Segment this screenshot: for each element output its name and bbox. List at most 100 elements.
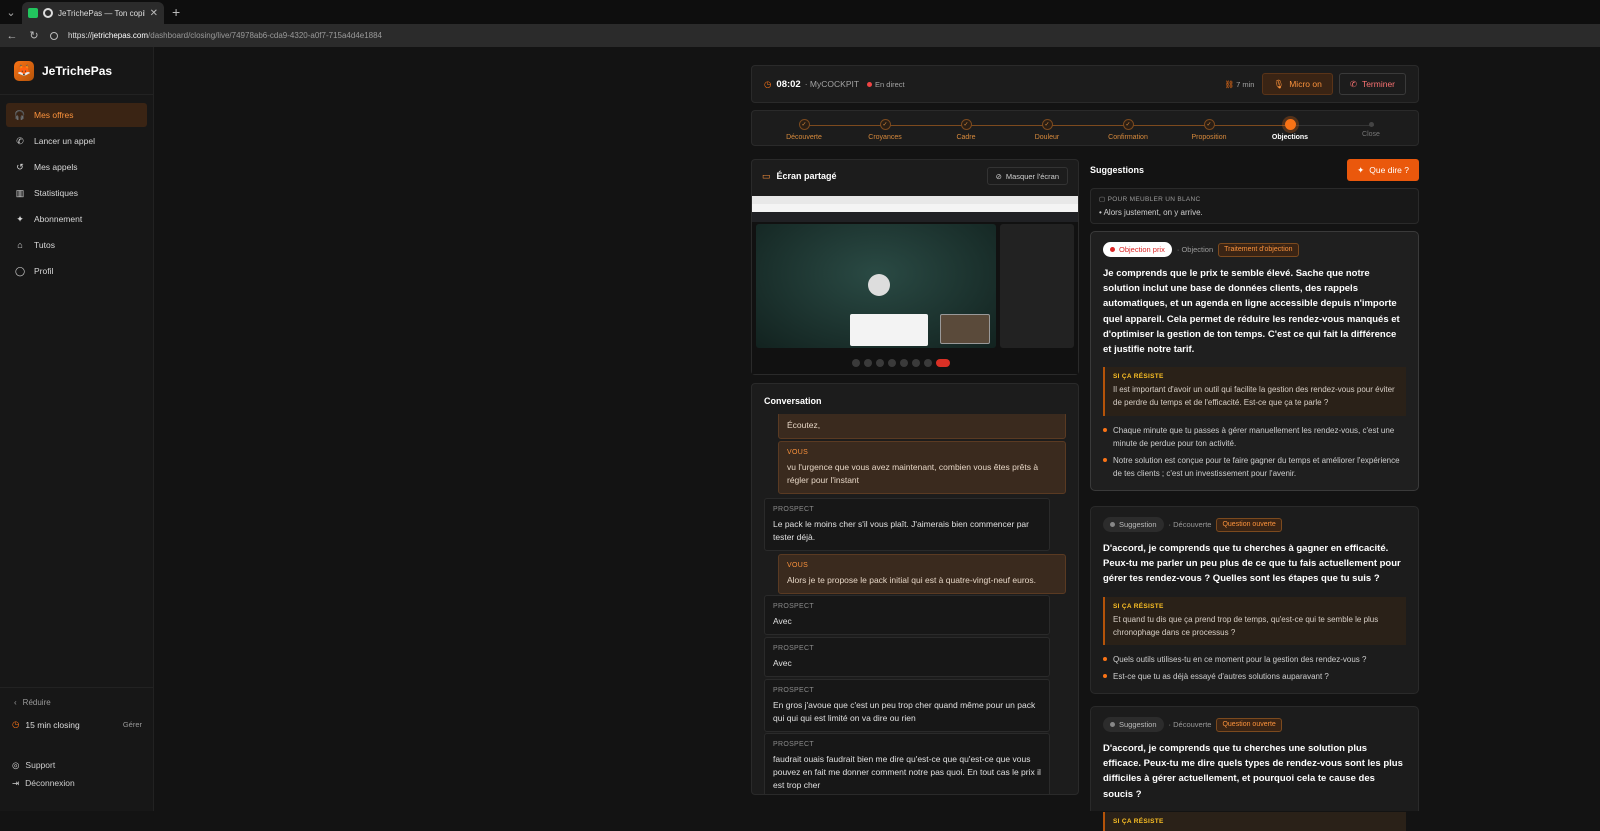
check-icon: ✓ xyxy=(879,119,891,130)
hide-screen-button[interactable]: ⊘ Masquer l'écran xyxy=(986,167,1068,185)
chat-icon: ▢ xyxy=(1099,196,1108,203)
suggestion-bullet: Est-ce que tu as déjà essayé d'autres so… xyxy=(1103,670,1406,683)
step-close[interactable]: Close xyxy=(1326,119,1416,138)
sidebar-nav: 🎧 Mes offres ✆ Lancer un appel ↺ Mes app… xyxy=(0,95,153,293)
conversation-title: Conversation xyxy=(764,396,822,406)
tab-list-chevron-icon[interactable]: ⌄ xyxy=(0,0,22,24)
transcript-message: PROSPECT Avec xyxy=(764,595,1050,636)
sidebar-item-abonnement[interactable]: ✦ Abonnement xyxy=(6,207,147,231)
recording-icon xyxy=(43,8,53,18)
end-call-button[interactable]: ✆ Terminer xyxy=(1338,73,1406,95)
what-to-say-button[interactable]: ✦ Que dire ? xyxy=(1347,159,1419,181)
message-speaker: PROSPECT xyxy=(773,645,814,652)
step-decouverte[interactable]: ✓ Découverte xyxy=(759,119,849,141)
url-field[interactable]: https://jetrichepas.com/dashboard/closin… xyxy=(68,31,382,40)
mic-toggle-button[interactable]: 🎙 Micro on xyxy=(1262,73,1333,95)
check-icon: ✓ xyxy=(960,119,972,130)
session-header: ◷ 08:02 · MyCOCKPIT En direct ⛓ 7 min 🎙 … xyxy=(751,65,1419,103)
sidebar-item-label: Mes appels xyxy=(34,162,78,172)
step-proposition[interactable]: ✓ Proposition xyxy=(1164,119,1254,141)
mic-label: Micro on xyxy=(1289,79,1322,89)
suggestion-subtag: Traitement d'objection xyxy=(1218,242,1299,257)
tab-title: JeTrichePas — Ton copilote IA xyxy=(58,8,145,18)
sidebar-item-mes-offres[interactable]: 🎧 Mes offres xyxy=(6,103,147,127)
sidebar-item-label: Tutos xyxy=(34,240,55,250)
message-text: Alors je te propose le pack initial qui … xyxy=(787,574,1036,585)
browser-tab[interactable]: JeTrichePas — Ton copilote IA ✕ xyxy=(22,2,164,24)
sparkle-icon: ✦ xyxy=(1357,164,1365,175)
bullet-icon xyxy=(1103,427,1107,432)
suggestion-subtag: Question ouverte xyxy=(1216,517,1282,532)
if-resists-text: Il est important d'avoir un outil qui fa… xyxy=(1113,385,1395,408)
suggestion-tags: Suggestion · Découverte Question ouverte xyxy=(1103,517,1406,532)
manage-plan-link[interactable]: Gérer xyxy=(123,720,142,729)
reload-icon[interactable]: ↻ xyxy=(28,29,40,42)
support-link[interactable]: ◎ Support xyxy=(12,756,142,774)
message-text: faudrait ouais faudrait bien me dire qu'… xyxy=(773,753,1041,791)
message-text: Avec xyxy=(773,615,792,626)
suggestion-text: D'accord, je comprends que tu cherches u… xyxy=(1103,743,1403,800)
check-icon: ✓ xyxy=(1122,119,1134,130)
sidebar-item-tutos[interactable]: ⌂ Tutos xyxy=(6,233,147,257)
suggestion-card[interactable]: Suggestion · Découverte Question ouverte… xyxy=(1090,706,1419,831)
new-tab-icon[interactable]: + xyxy=(172,4,180,20)
site-info-icon[interactable] xyxy=(50,31,58,40)
if-resists-box: SI ÇA RÉSISTE xyxy=(1103,811,1406,831)
sidebar-item-mes-appels[interactable]: ↺ Mes appels xyxy=(6,155,147,179)
message-speaker: PROSPECT xyxy=(773,741,814,748)
shared-screen-panel: ▭ Écran partagé ⊘ Masquer l'écran xyxy=(751,159,1079,375)
app-favicon-icon xyxy=(28,8,38,18)
step-croyances[interactable]: ✓ Croyances xyxy=(840,119,930,141)
preview-people-panel xyxy=(1000,224,1074,348)
sidebar-item-label: Mes offres xyxy=(34,110,74,120)
if-resists-text: Et quand tu dis que ça prend trop de tem… xyxy=(1113,614,1379,637)
step-label: Objections xyxy=(1271,134,1309,141)
plan-row: ◷ 15 min closing Gérer xyxy=(0,713,154,736)
microphone-icon: 🎙 xyxy=(1273,78,1285,89)
suggestion-card[interactable]: Suggestion · Découverte Question ouverte… xyxy=(1090,506,1419,695)
chevron-left-icon: ‹ xyxy=(14,698,17,707)
hang-up-icon: ✆ xyxy=(1349,78,1357,89)
if-resists-label: SI ÇA RÉSISTE xyxy=(1113,373,1164,381)
collapse-sidebar-button[interactable]: ‹ Réduire xyxy=(0,688,154,713)
back-icon[interactable]: ← xyxy=(6,30,18,42)
user-icon: ◯ xyxy=(14,265,26,276)
sidebar-item-lancer-un-appel[interactable]: ✆ Lancer un appel xyxy=(6,129,147,153)
logout-link[interactable]: ⇥ Déconnexion xyxy=(12,774,142,792)
monitor-icon: ▭ xyxy=(762,170,771,181)
eye-off-icon: ⊘ xyxy=(995,171,1002,181)
session-name: · MyCOCKPIT xyxy=(804,79,860,89)
sidebar: 🦊 JeTrichePas 🎧 Mes offres ✆ Lancer un a… xyxy=(0,47,154,811)
step-confirmation[interactable]: ✓ Confirmation xyxy=(1083,119,1173,141)
step-cadre[interactable]: ✓ Cadre xyxy=(921,119,1011,141)
link-icon: ⛓ xyxy=(1224,79,1237,89)
suggestion-badge: Suggestion xyxy=(1103,517,1164,532)
brand-name: JeTrichePas xyxy=(42,63,113,78)
suggestion-category: · Découverte xyxy=(1168,720,1212,729)
step-douleur[interactable]: ✓ Douleur xyxy=(1002,119,1092,141)
suggestion-tags: Objection prix · Objection Traitement d'… xyxy=(1103,242,1406,257)
step-objections[interactable]: Objections xyxy=(1245,119,1335,141)
suggestion-bullet: Notre solution est conçue pour te faire … xyxy=(1103,454,1406,480)
transcript-message: VOUS Alors je te propose le pack initial… xyxy=(778,554,1066,595)
step-label: Close xyxy=(1362,131,1380,138)
transcript-message: PROSPECT Avec xyxy=(764,637,1050,678)
step-label: Cadre xyxy=(956,134,976,141)
live-dot-icon xyxy=(867,81,873,87)
close-tab-icon[interactable]: ✕ xyxy=(150,8,158,19)
suggestion-badge: Suggestion xyxy=(1103,717,1164,732)
suggestion-bullet: Quels outils utilises-tu en ce moment po… xyxy=(1103,653,1406,666)
support-links: ◎ Support ⇥ Déconnexion xyxy=(0,756,154,792)
suggestion-subtag: Question ouverte xyxy=(1216,717,1282,732)
objection-badge: Objection prix xyxy=(1103,242,1172,257)
message-speaker: VOUS xyxy=(787,562,809,569)
transcript-message: PROSPECT En gros j'avoue que c'est un pe… xyxy=(764,679,1050,733)
if-resists-box: SI ÇA RÉSISTE Et quand tu dis que ça pre… xyxy=(1103,596,1406,645)
sidebar-item-profil[interactable]: ◯ Profil xyxy=(6,259,147,283)
suggestion-bullet: Chaque minute que tu passes à gérer manu… xyxy=(1103,424,1406,450)
sidebar-item-statistiques[interactable]: ▥ Statistiques xyxy=(6,181,147,205)
suggestion-card[interactable]: Objection prix · Objection Traitement d'… xyxy=(1090,231,1419,492)
brand[interactable]: 🦊 JeTrichePas xyxy=(0,47,153,95)
hide-screen-label: Masquer l'écran xyxy=(1005,171,1059,181)
conversation-transcript[interactable]: Écoutez, VOUS vu l'urgence que vous avez… xyxy=(752,414,1078,794)
